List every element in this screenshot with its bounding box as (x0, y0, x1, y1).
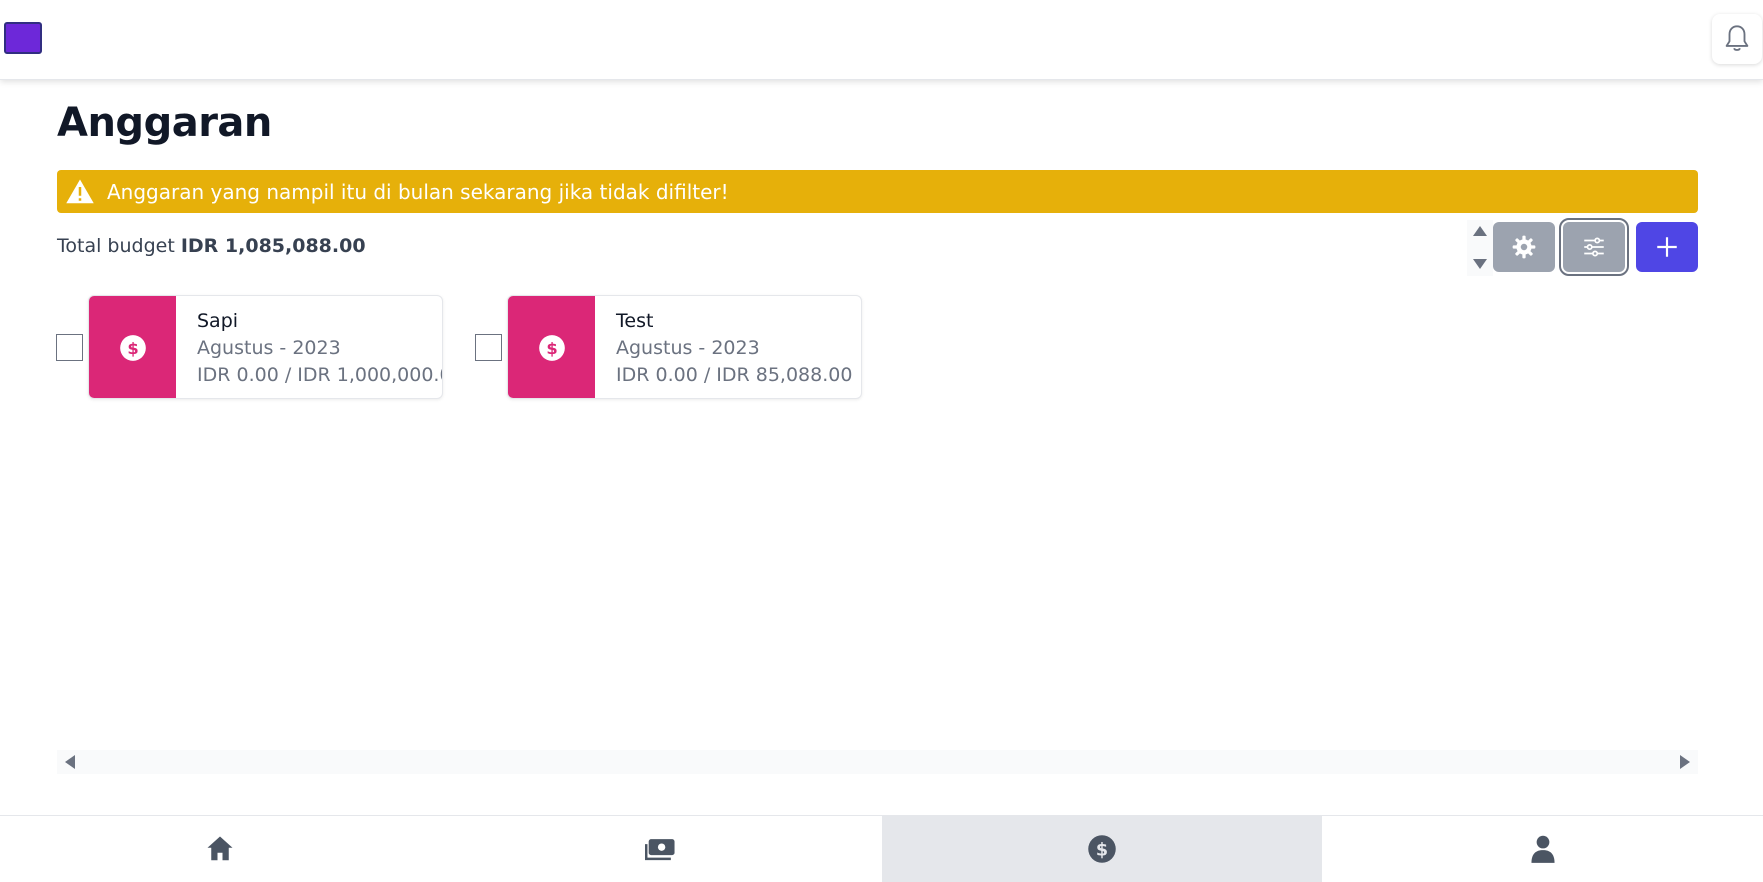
app-logo[interactable] (4, 22, 42, 54)
nav-profile[interactable] (1322, 816, 1763, 882)
page-title: Anggaran (57, 100, 272, 146)
dollar-icon: $ (119, 335, 146, 361)
filter-warning-alert: Anggaran yang nampil itu di bulan sekara… (57, 170, 1698, 213)
budget-color-swatch: $ (89, 296, 176, 398)
budget-amount: IDR 0.00 / IDR 1,000,000.00 (197, 364, 443, 386)
svg-text:$: $ (1096, 840, 1108, 860)
sort-up-icon[interactable] (1473, 226, 1487, 236)
scroll-left-icon[interactable] (65, 755, 75, 769)
sort-updown-icon[interactable] (1467, 220, 1493, 276)
dollar-icon: $ (1088, 835, 1116, 863)
budget-color-swatch: $ (508, 296, 595, 398)
top-bar (0, 0, 1763, 80)
horizontal-scrollbar[interactable] (57, 750, 1698, 774)
total-budget: Total budget IDR 1,085,088.00 (57, 235, 366, 257)
budget-list: $ Sapi Agustus - 2023 IDR 0.00 / IDR 1,0… (0, 295, 900, 399)
warning-icon (66, 179, 94, 203)
user-icon (1531, 835, 1555, 863)
plus-icon (1657, 237, 1677, 257)
svg-text:$: $ (127, 339, 138, 358)
total-budget-label: Total budget (57, 235, 175, 257)
bell-icon (1725, 25, 1749, 51)
nav-budget[interactable]: $ (881, 816, 1323, 882)
bottom-navigation: $ (0, 815, 1763, 882)
nav-home[interactable] (0, 816, 441, 882)
dollar-icon: $ (538, 335, 565, 361)
budget-name: Test (616, 310, 654, 332)
budget-amount: IDR 0.00 / IDR 85,088.00 (616, 364, 853, 386)
budget-period: Agustus - 2023 (197, 337, 341, 359)
budget-name: Sapi (197, 310, 239, 332)
budget-card[interactable]: $ Sapi Agustus - 2023 IDR 0.00 / IDR 1,0… (88, 295, 443, 399)
budget-select-checkbox[interactable] (475, 334, 502, 361)
money-icon (645, 839, 675, 861)
budget-period: Agustus - 2023 (616, 337, 760, 359)
svg-text:$: $ (546, 339, 557, 358)
gear-icon (1512, 235, 1536, 259)
sliders-icon (1584, 237, 1604, 257)
home-icon (207, 836, 233, 861)
settings-button[interactable] (1493, 222, 1555, 272)
total-budget-value: IDR 1,085,088.00 (180, 235, 366, 257)
budget-select-checkbox[interactable] (56, 334, 83, 361)
add-budget-button[interactable] (1636, 222, 1698, 272)
filter-button[interactable] (1559, 218, 1629, 276)
notification-button[interactable] (1712, 14, 1762, 64)
scroll-right-icon[interactable] (1680, 755, 1690, 769)
budget-card[interactable]: $ Test Agustus - 2023 IDR 0.00 / IDR 85,… (507, 295, 862, 399)
alert-message: Anggaran yang nampil itu di bulan sekara… (107, 179, 729, 204)
sort-down-icon[interactable] (1473, 259, 1487, 269)
nav-transactions[interactable] (441, 816, 882, 882)
